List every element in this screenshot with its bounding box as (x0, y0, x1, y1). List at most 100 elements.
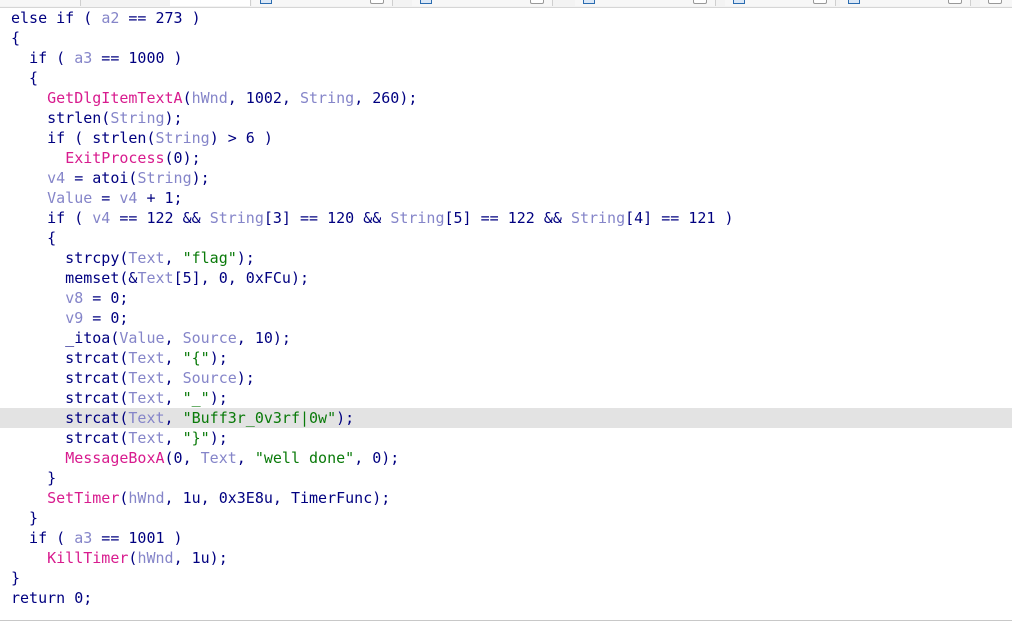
code-token-var: Source (182, 369, 237, 387)
code-token-var: hWnd (137, 549, 174, 567)
tab-hex-view[interactable] (725, 0, 836, 6)
code-token-str: "Buff3r_0v3rf|0w" (182, 409, 337, 427)
code-token-plain: == 122 && (110, 209, 210, 227)
close-icon[interactable] (530, 0, 544, 4)
code-token-plain: strcat( (11, 369, 129, 387)
code-token-plain: , (164, 329, 183, 347)
code-token-str: "_" (182, 389, 210, 407)
code-token-plain: [4] == 121 ) (625, 209, 734, 227)
code-token-var: Source (182, 329, 237, 347)
code-line[interactable]: else if ( a2 == 273 ) (0, 8, 1012, 28)
code-line[interactable]: if ( v4 == 122 && String[3] == 120 && St… (0, 208, 1012, 228)
code-token-plain: , (164, 389, 183, 407)
code-token-var: Value (47, 189, 93, 207)
close-icon[interactable] (370, 0, 384, 4)
code-line[interactable]: if ( a3 == 1000 ) (0, 48, 1012, 68)
struct-icon (848, 0, 860, 4)
view-border (0, 620, 1012, 621)
code-token-plain: , (164, 429, 183, 447)
code-token-str: "flag" (182, 249, 237, 267)
code-token-plain: ( (182, 89, 192, 107)
code-line[interactable]: _itoa(Value, Source, 10); (0, 328, 1012, 348)
code-line[interactable]: { (0, 228, 1012, 248)
code-line[interactable]: ExitProcess(0); (0, 148, 1012, 168)
code-token-plain: memset(& (11, 269, 138, 287)
code-token-plain: [5] == 122 && (444, 209, 571, 227)
code-line[interactable]: strcat(Text, "}"); (0, 428, 1012, 448)
code-line[interactable]: { (0, 28, 1012, 48)
code-token-plain: strcat( (11, 409, 129, 427)
code-line[interactable]: strcat(Text, "_"); (0, 388, 1012, 408)
tab-pseudocode-3[interactable] (412, 0, 553, 6)
code-token-plain: ); (191, 169, 210, 187)
tab-overflow[interactable] (980, 0, 1012, 6)
code-line[interactable]: strcat(Text, Source); (0, 368, 1012, 388)
close-icon[interactable] (693, 0, 707, 4)
code-line[interactable]: v8 = 0; (0, 288, 1012, 308)
code-line[interactable]: strcat(Text, "{"); (0, 348, 1012, 368)
tab-pseudocode-4[interactable] (575, 0, 716, 6)
close-icon[interactable] (988, 0, 1002, 4)
code-token-plain: strcat( (11, 429, 129, 447)
code-token-var: v9 (65, 309, 84, 327)
code-token-plain: } (11, 569, 21, 587)
code-token-plain: if ( (11, 209, 93, 227)
code-token-plain: if ( strlen( (11, 129, 156, 147)
code-token-fn: ExitProcess (65, 149, 165, 167)
code-token-plain: , 1u); (173, 549, 228, 567)
code-line[interactable]: if ( a3 == 1001 ) (0, 528, 1012, 548)
code-line[interactable]: memset(&Text[5], 0, 0xFCu); (0, 268, 1012, 288)
code-line[interactable]: strcat(Text, "Buff3r_0v3rf|0w"); (0, 408, 1012, 428)
tab-pseudocode-1[interactable] (0, 0, 81, 6)
code-token-var: v8 (65, 289, 84, 307)
code-token-var: String (570, 209, 626, 227)
code-token-plain: (0); (164, 149, 201, 167)
code-token-fn: MessageBoxA (65, 449, 165, 467)
close-icon[interactable] (948, 0, 962, 4)
code-line[interactable]: if ( strlen(String) > 6 ) (0, 128, 1012, 148)
code-token-plain: == 1000 ) (92, 49, 183, 67)
code-token-var: Text (128, 249, 165, 267)
pseudocode-view[interactable]: else if ( a2 == 273 ){ if ( a3 == 1000 )… (0, 8, 1012, 608)
code-token-plain: ); (336, 409, 355, 427)
code-line[interactable]: { (0, 68, 1012, 88)
tab-pseudocode-2[interactable] (252, 0, 393, 6)
code-token-plain: ); (236, 249, 255, 267)
code-line[interactable]: } (0, 508, 1012, 528)
code-token-str: "{" (182, 349, 210, 367)
code-token-plain: if ( (11, 529, 75, 547)
code-line[interactable]: Value = v4 + 1; (0, 188, 1012, 208)
code-token-var: a3 (74, 529, 93, 547)
document-icon (260, 0, 272, 4)
code-token-plain: , (164, 369, 183, 387)
code-line[interactable]: MessageBoxA(0, Text, "well done", 0); (0, 448, 1012, 468)
tab-active[interactable] (170, 0, 251, 6)
code-token-plain: { (11, 29, 21, 47)
code-token-var: Value (119, 329, 165, 347)
code-line[interactable]: v4 = atoi(String); (0, 168, 1012, 188)
code-token-plain: return 0; (11, 589, 93, 607)
close-icon[interactable] (813, 0, 827, 4)
code-line[interactable]: GetDlgItemTextA(hWnd, 1002, String, 260)… (0, 88, 1012, 108)
code-line[interactable]: strlen(String); (0, 108, 1012, 128)
code-token-var: String (300, 89, 355, 107)
code-token-plain: ); (236, 369, 255, 387)
document-icon (583, 0, 595, 4)
code-line[interactable]: v9 = 0; (0, 308, 1012, 328)
code-line[interactable]: strcpy(Text, "flag"); (0, 248, 1012, 268)
code-line[interactable]: } (0, 568, 1012, 588)
code-line[interactable]: } (0, 468, 1012, 488)
code-line[interactable]: KillTimer(hWnd, 1u); (0, 548, 1012, 568)
code-token-plain: , 1002, (227, 89, 300, 107)
code-line[interactable]: SetTimer(hWnd, 1u, 0x3E8u, TimerFunc); (0, 488, 1012, 508)
code-token-var: Text (128, 349, 165, 367)
tab-structures[interactable] (840, 0, 971, 6)
code-token-var: String (155, 129, 210, 147)
code-token-plain: ) > 6 ) (209, 129, 273, 147)
code-token-plain: , (164, 249, 183, 267)
code-line[interactable]: return 0; (0, 588, 1012, 608)
